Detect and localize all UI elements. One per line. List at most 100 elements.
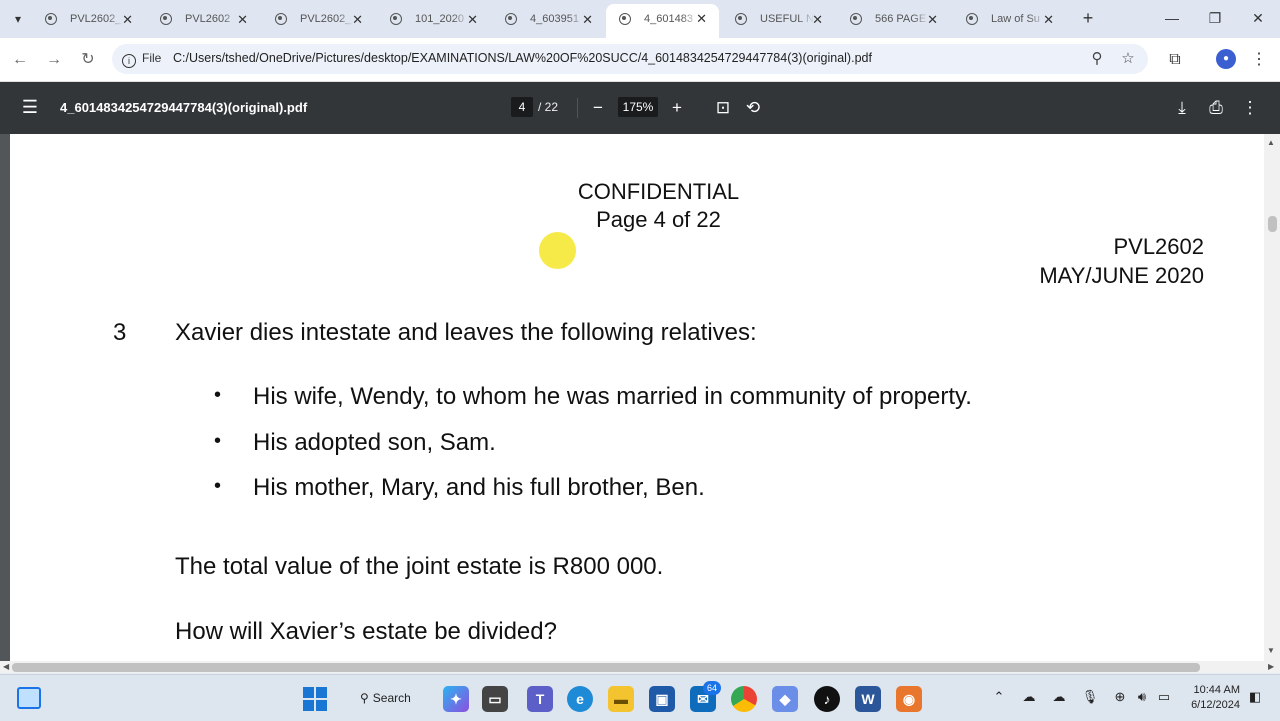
- browser-tab[interactable]: 566 PAGE ✕: [837, 6, 950, 33]
- tiktok-icon[interactable]: ♪: [814, 686, 840, 712]
- page-number-input[interactable]: 4: [511, 97, 533, 117]
- scroll-right-arrow-icon[interactable]: ▶: [1268, 662, 1274, 671]
- close-tab-icon[interactable]: ✕: [812, 6, 823, 33]
- more-options-icon[interactable]: ⋮: [1239, 97, 1261, 119]
- windows-start-icon[interactable]: [303, 687, 327, 711]
- globe-icon: [275, 13, 287, 25]
- browser-menu-icon[interactable]: ⋮: [1248, 49, 1270, 71]
- scroll-down-arrow-icon[interactable]: ▼: [1267, 646, 1275, 655]
- app-icon[interactable]: ◉: [896, 686, 922, 712]
- close-tab-icon[interactable]: ✕: [237, 6, 248, 33]
- scroll-left-arrow-icon[interactable]: ◀: [3, 662, 9, 671]
- tab-label: 101_2020: [415, 13, 464, 25]
- tab-label: Law of Su: [991, 13, 1040, 25]
- horizontal-scrollbar[interactable]: ◀ ▶: [0, 661, 1280, 673]
- cursor-highlight: [539, 232, 576, 269]
- volume-icon[interactable]: 🔊︎: [1133, 689, 1151, 705]
- browser-toolbar: ← → ↻ i File C:/Users/tshed/OneDrive/Pict…: [0, 38, 1280, 82]
- browser-tab[interactable]: PVL2602_ ✕: [32, 6, 145, 33]
- close-tab-icon[interactable]: ✕: [467, 6, 478, 33]
- close-tab-icon[interactable]: ✕: [696, 4, 707, 34]
- close-tab-icon[interactable]: ✕: [927, 6, 938, 33]
- browser-tab[interactable]: PVL2602 ✕: [147, 6, 260, 33]
- copilot-icon[interactable]: ✦: [443, 686, 469, 712]
- vertical-scroll-thumb[interactable]: [1268, 216, 1277, 232]
- close-tab-icon[interactable]: ✕: [352, 6, 363, 33]
- battery-icon[interactable]: ▭: [1155, 689, 1173, 705]
- language-icon[interactable]: ⊕: [1111, 689, 1129, 705]
- url-text[interactable]: C:/Users/tshed/OneDrive/Pictures/desktop…: [173, 51, 872, 65]
- teams-icon[interactable]: T: [527, 686, 553, 712]
- minimize-icon[interactable]: —: [1162, 8, 1182, 28]
- tab-label: 4_603951: [530, 13, 579, 25]
- bullet-icon: •: [214, 475, 222, 497]
- tab-label: PVL2602_: [70, 13, 122, 25]
- zoom-magnifier-icon[interactable]: ⚲: [1087, 49, 1107, 69]
- print-icon[interactable]: ⎙: [1205, 97, 1227, 119]
- tab-label: PVL2602_: [300, 13, 352, 25]
- address-bar[interactable]: i File C:/Users/tshed/OneDrive/Pictures/d…: [112, 44, 1148, 74]
- zoom-in-icon[interactable]: +: [666, 97, 688, 119]
- pdf-viewport[interactable]: CONFIDENTIAL Page 4 of 22 PVL2602 MAY/JU…: [0, 134, 1280, 661]
- browser-tab[interactable]: USEFUL N ✕: [722, 6, 835, 33]
- browser-tab-active[interactable]: 4_601483 ✕: [606, 4, 719, 38]
- forward-arrow-icon[interactable]: →: [43, 49, 65, 71]
- tab-search-chevron-icon[interactable]: ▾: [8, 9, 28, 29]
- browser-tab[interactable]: 101_2020 ✕: [377, 6, 490, 33]
- browser-tab[interactable]: 4_603951 ✕: [492, 6, 605, 33]
- search-label: Search: [372, 691, 411, 705]
- window-close-icon[interactable]: ✕: [1248, 8, 1268, 28]
- chrome-icon[interactable]: [731, 686, 757, 712]
- notification-icon[interactable]: ◧: [1246, 689, 1264, 705]
- globe-icon: [505, 13, 517, 25]
- question-number: 3: [113, 319, 127, 346]
- profile-avatar[interactable]: ●: [1216, 49, 1236, 69]
- info-icon: i: [122, 54, 136, 68]
- task-view-icon[interactable]: ▭: [482, 686, 508, 712]
- rotate-icon[interactable]: ⟲: [742, 97, 764, 119]
- chevron-up-icon[interactable]: ⌃: [990, 689, 1008, 705]
- restore-icon[interactable]: ❐: [1205, 8, 1225, 28]
- course-code: PVL2602: [1113, 234, 1204, 259]
- back-arrow-icon[interactable]: ←: [9, 49, 31, 71]
- zoom-level-input[interactable]: 175%: [618, 97, 658, 117]
- browser-tab[interactable]: PVL2602_ ✕: [262, 6, 375, 33]
- close-tab-icon[interactable]: ✕: [582, 6, 593, 33]
- close-tab-icon[interactable]: ✕: [1043, 6, 1054, 33]
- onedrive-icon[interactable]: ☁: [1050, 689, 1068, 705]
- edge-icon[interactable]: e: [567, 686, 593, 712]
- tab-strip: ▾ PVL2602_ ✕ PVL2602 ✕ PVL2602_ ✕ 101_20…: [0, 0, 1280, 38]
- confidential-label: CONFIDENTIAL: [577, 179, 740, 204]
- vertical-scrollbar[interactable]: ▲ ▼: [1264, 134, 1280, 661]
- download-icon[interactable]: ⤓: [1171, 97, 1193, 119]
- tab-label: 4_601483: [644, 13, 693, 25]
- globe-icon: [390, 13, 402, 25]
- file-explorer-icon[interactable]: ▬: [608, 686, 634, 712]
- network-status-icon[interactable]: ☁: [1020, 689, 1038, 705]
- list-item: His wife, Wendy, to whom he was married …: [253, 383, 972, 410]
- reload-icon[interactable]: ↻: [77, 49, 99, 71]
- globe-icon: [850, 13, 862, 25]
- horizontal-scroll-thumb[interactable]: [12, 663, 1200, 672]
- app-icon[interactable]: ◆: [772, 686, 798, 712]
- taskbar-search-button[interactable]: ⚲ Search: [346, 684, 426, 712]
- extensions-puzzle-icon[interactable]: ⧉: [1164, 49, 1186, 71]
- microphone-icon[interactable]: 🎙︎: [1081, 689, 1099, 705]
- word-icon[interactable]: W: [855, 686, 881, 712]
- bookmark-star-icon[interactable]: ☆: [1118, 49, 1138, 69]
- taskbar: ⚲ Search ✦ ▭ T e ▬ ▣ ✉ 64 ◆ ♪ W ◉ ⌃ ☁ ☁ 🎙…: [0, 674, 1280, 721]
- exam-session: MAY/JUNE 2020: [1039, 263, 1204, 288]
- zoom-out-icon[interactable]: −: [587, 97, 609, 119]
- site-info-chip[interactable]: i File: [122, 51, 161, 68]
- site-info-label: File: [142, 51, 162, 65]
- browser-tab[interactable]: Law of Su ✕: [953, 6, 1066, 33]
- new-tab-plus-icon[interactable]: +: [1079, 8, 1097, 28]
- fit-to-page-icon[interactable]: ⊡: [712, 97, 734, 119]
- tab-label: USEFUL N: [760, 13, 814, 25]
- widgets-icon[interactable]: [17, 687, 41, 709]
- close-tab-icon[interactable]: ✕: [122, 6, 133, 33]
- microsoft-store-icon[interactable]: ▣: [649, 686, 675, 712]
- system-clock[interactable]: 10:44 AM 6/12/2024: [1188, 683, 1240, 713]
- scroll-up-arrow-icon[interactable]: ▲: [1267, 138, 1275, 147]
- hamburger-menu-icon[interactable]: ☰: [20, 97, 40, 117]
